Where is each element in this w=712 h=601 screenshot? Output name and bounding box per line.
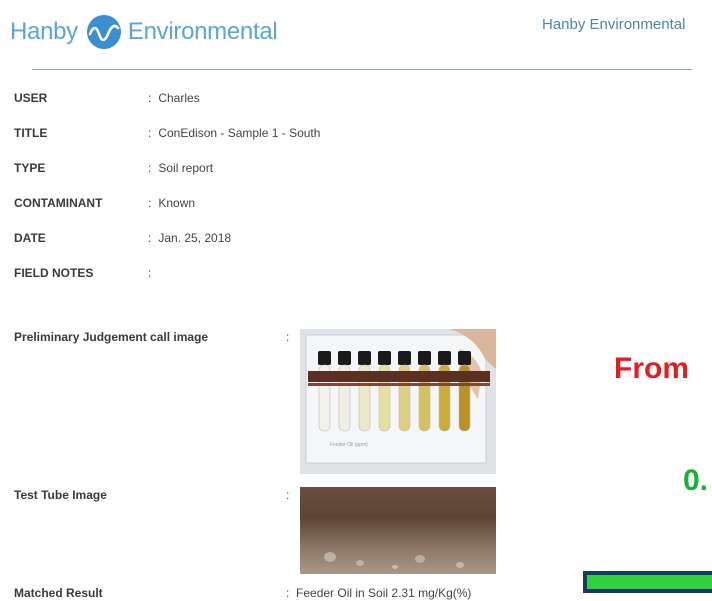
field-label-date: DATE — [14, 231, 46, 245]
logo-left-word: Hanby — [10, 18, 78, 45]
field-value-title: : ConEdison - Sample 1 - South — [148, 126, 321, 140]
contaminant-value: Known — [158, 196, 196, 210]
matched-result-label: Matched Result — [14, 586, 103, 600]
field-value-type: : Soil report — [148, 161, 214, 175]
field-value-date: : Jan. 25, 2018 — [148, 231, 232, 245]
field-value-contaminant: : Known — [148, 196, 196, 210]
progress-bar-fill — [587, 575, 712, 589]
title-value: ConEdison - Sample 1 - South — [158, 126, 321, 140]
tube-cap — [438, 351, 451, 365]
tube-cap — [318, 351, 331, 365]
tube-cap — [378, 351, 391, 365]
company-logo: Hanby Environmental — [10, 12, 278, 52]
matched-result-value: : Feeder Oil in Soil 2.31 mg/Kg(%) — [286, 586, 472, 600]
tube-cap — [418, 351, 431, 365]
test-tube-image — [300, 487, 496, 574]
brand-name: Hanby Environmental — [542, 16, 686, 33]
field-value-user: : Charles — [148, 91, 200, 105]
type-value: Soil report — [158, 161, 214, 175]
field-label-type: TYPE — [14, 161, 46, 175]
user-value: Charles — [158, 91, 200, 105]
test-tube-rack-photo: Feeder Oil (ppm) — [300, 329, 496, 474]
preliminary-colon: : — [286, 330, 290, 344]
matched-result-text: Feeder Oil in Soil 2.31 mg/Kg(%) — [296, 586, 472, 600]
preliminary-image-label: Preliminary Judgement call image — [14, 330, 209, 344]
field-label-title: TITLE — [14, 126, 48, 140]
test-tube-image-label: Test Tube Image — [14, 488, 107, 502]
field-label-user: USER — [14, 91, 48, 105]
preliminary-judgement-image: Feeder Oil (ppm) — [300, 329, 496, 474]
svg-text:Feeder Oil (ppm): Feeder Oil (ppm) — [330, 442, 368, 448]
tube-cap — [358, 351, 371, 365]
field-label-contaminant: CONTAMINANT — [14, 196, 103, 210]
field-label-field-notes: FIELD NOTES — [14, 266, 94, 280]
tube-cap — [398, 351, 411, 365]
progress-bar — [583, 571, 712, 593]
header-divider — [32, 69, 692, 70]
overlay-from-text: From — [614, 352, 689, 385]
tube-cap — [338, 351, 351, 365]
field-value-field-notes: : — [148, 266, 152, 280]
overlay-number-text: 0. — [683, 464, 709, 497]
soil-sample-photo — [324, 552, 464, 569]
tube-cap — [458, 351, 471, 365]
test-tube-colon: : — [286, 488, 290, 502]
logo-right-word: Environmental — [127, 18, 278, 45]
date-value: Jan. 25, 2018 — [158, 231, 232, 245]
wave-logo-icon — [86, 15, 121, 49]
